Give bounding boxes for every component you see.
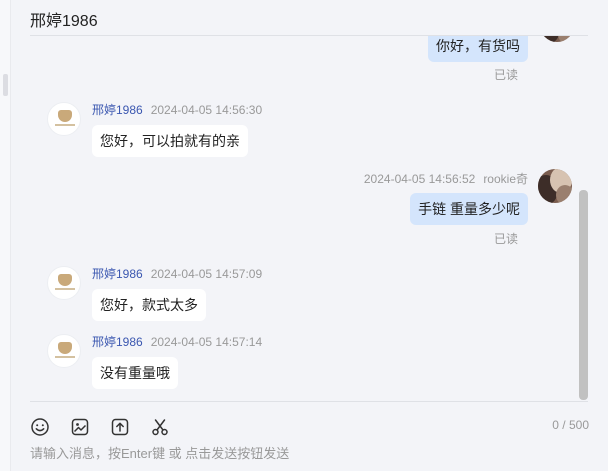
user-avatar[interactable] (540, 36, 574, 42)
message-time: 2024-04-05 14:57:14 (150, 335, 263, 349)
char-counter: 0 / 500 (552, 418, 589, 432)
emoji-icon[interactable] (30, 417, 50, 437)
sender-name: rookie奇 (483, 172, 528, 186)
scissors-icon[interactable] (150, 417, 170, 437)
message-time: 2024-04-05 14:56:52 (363, 172, 476, 186)
message-bubble-outgoing: 你好，有货吗 (428, 36, 528, 62)
user-avatar[interactable] (538, 169, 572, 203)
message-bubble-incoming: 您好，款式太多 (92, 289, 206, 321)
sender-name: 邢婷1986 (92, 267, 143, 281)
message-time: 2024-04-05 14:57:09 (150, 267, 263, 281)
message-list[interactable]: 你好，有货吗 已读 邢婷1986 2024-04-05 14:56:30 您好，可… (10, 36, 598, 400)
message-time: 2024-04-05 14:56:30 (150, 103, 263, 117)
left-panel-tab[interactable] (3, 74, 8, 96)
message-meta: 2024-04-05 14:56:52 rookie奇 (364, 170, 528, 187)
read-status: 已读 (493, 232, 518, 246)
chat-title: 邢婷1986 (30, 13, 98, 30)
message-bubble-outgoing: 手链 重量多少呢 (410, 193, 528, 225)
message-meta: 邢婷1986 2024-04-05 14:56:30 (92, 101, 262, 118)
message-input[interactable] (30, 443, 570, 463)
shop-logo-icon (58, 274, 72, 286)
chat-header: 邢婷1986 (30, 0, 588, 36)
sender-name: 邢婷1986 (92, 103, 143, 117)
upload-icon[interactable] (110, 417, 130, 437)
shop-logo-icon (58, 342, 72, 354)
read-status: 已读 (493, 68, 518, 82)
message-meta: 邢婷1986 2024-04-05 14:57:09 (92, 265, 262, 282)
message-meta: 邢婷1986 2024-04-05 14:57:14 (92, 333, 262, 350)
input-divider (30, 401, 588, 402)
image-icon[interactable] (70, 417, 90, 437)
shop-logo-icon (58, 110, 72, 122)
shop-avatar[interactable] (47, 266, 81, 300)
message-bubble-incoming: 没有重量哦 (92, 357, 178, 389)
message-bubble-incoming: 您好，可以拍就有的亲 (92, 125, 248, 157)
shop-avatar[interactable] (47, 102, 81, 136)
scrollbar-thumb[interactable] (579, 190, 588, 400)
shop-avatar[interactable] (47, 334, 81, 368)
sender-name: 邢婷1986 (92, 335, 143, 349)
